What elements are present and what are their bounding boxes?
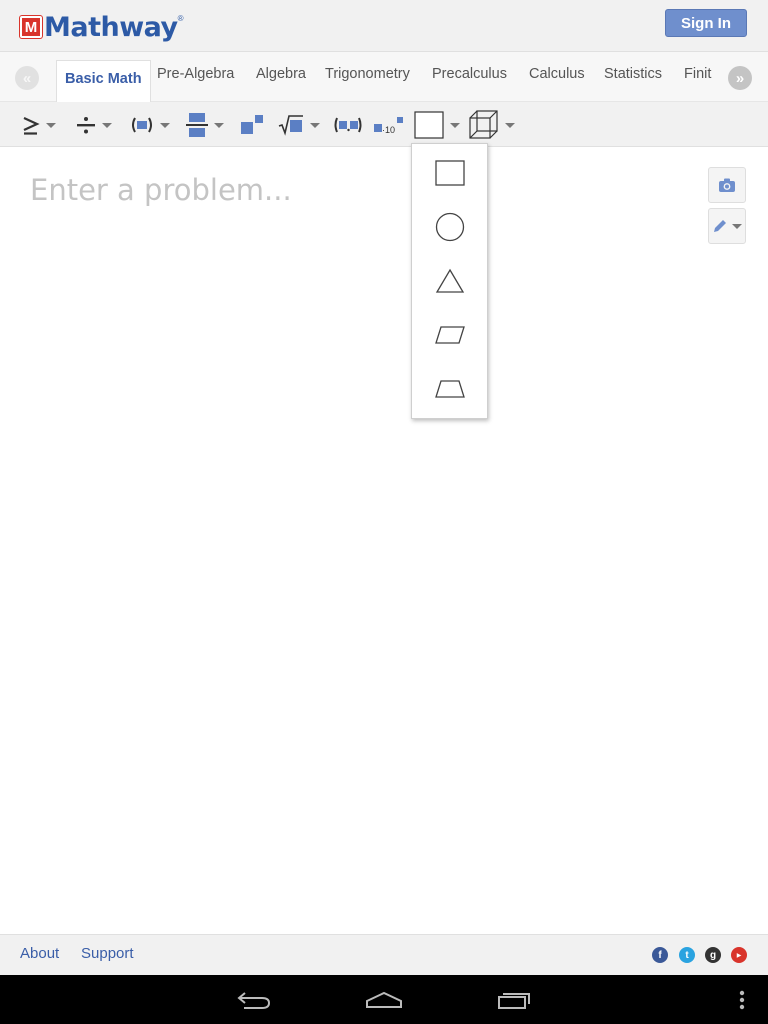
exponent-tool[interactable] (240, 108, 264, 142)
shape-2d-tool[interactable] (414, 108, 460, 142)
divide-tool[interactable] (76, 108, 112, 142)
chevron-down-icon (46, 122, 56, 128)
triangle-icon (435, 268, 464, 293)
recent-apps-button[interactable] (494, 987, 534, 1013)
chevron-down-icon (160, 122, 170, 128)
problem-input[interactable] (30, 172, 390, 208)
tab-precalculus[interactable]: Precalculus (432, 66, 507, 82)
shape-circle-option[interactable] (412, 200, 487, 254)
square-root-icon (278, 115, 303, 136)
divide-icon (77, 117, 95, 134)
shape-trapezoid-option[interactable] (412, 362, 487, 416)
tab-basic-math[interactable]: Basic Math (56, 60, 151, 102)
inequality-tool[interactable] (22, 108, 56, 142)
tabs-scroll-right-icon[interactable]: » (728, 66, 752, 90)
camera-button[interactable] (708, 167, 746, 203)
logo-trademark: ® (177, 14, 184, 23)
tab-statistics[interactable]: Statistics (604, 66, 662, 82)
square-icon (434, 160, 465, 186)
ordered-pair-tool[interactable] (333, 108, 363, 142)
subject-tabs: « Basic Math Pre-Algebra Algebra Trigono… (0, 52, 768, 102)
chevron-down-icon (310, 122, 320, 128)
chevron-down-icon (450, 122, 460, 128)
parentheses-tool[interactable] (130, 108, 170, 142)
scientific-notation-icon: ·10 (374, 117, 403, 135)
inequality-icon (23, 117, 40, 135)
overflow-menu-button[interactable] (734, 987, 750, 1013)
home-icon (366, 991, 402, 1008)
support-link[interactable]: Support (81, 945, 134, 962)
shape-dropdown-menu (411, 143, 488, 419)
draw-button[interactable] (708, 208, 746, 244)
math-toolbar: ·10 (0, 102, 768, 147)
overflow-menu-icon (739, 990, 745, 1010)
chevron-down-icon (102, 122, 112, 128)
about-link[interactable]: About (20, 945, 59, 962)
ordered-pair-icon (334, 117, 362, 133)
app-header: M Mathway ® Sign In (0, 0, 768, 52)
trapezoid-icon (434, 380, 465, 398)
tabs-scroll-left-icon[interactable]: « (15, 66, 39, 90)
svg-text:·10: ·10 (382, 125, 395, 135)
scientific-notation-tool[interactable]: ·10 (374, 108, 404, 142)
back-button[interactable] (234, 987, 274, 1013)
tab-calculus[interactable]: Calculus (529, 66, 585, 82)
shape-3d-icon (469, 110, 498, 139)
mathway-logo[interactable]: M Mathway ® (20, 11, 184, 43)
chevron-down-icon (214, 122, 224, 128)
twitter-icon[interactable]: t (679, 947, 695, 963)
home-button[interactable] (364, 987, 404, 1013)
youtube-icon[interactable]: ▶ (731, 947, 747, 963)
square-root-tool[interactable] (278, 108, 320, 142)
chevron-down-icon (505, 122, 515, 128)
page-footer: About Support f t g ▶ (0, 934, 768, 975)
fraction-icon (186, 113, 208, 137)
exponent-icon (241, 115, 263, 134)
camera-icon (719, 178, 735, 192)
logo-text: Mathway (44, 11, 178, 43)
circle-icon (435, 212, 464, 242)
shape-parallelogram-option[interactable] (412, 308, 487, 362)
android-nav-bar (0, 975, 768, 1024)
shape-2d-icon (414, 111, 444, 139)
recent-apps-icon (498, 993, 530, 1009)
fraction-tool[interactable] (186, 108, 224, 142)
google-plus-icon[interactable]: g (705, 947, 721, 963)
pencil-icon (714, 220, 726, 232)
shape-3d-tool[interactable] (469, 108, 515, 142)
back-arrow-icon (237, 992, 271, 1009)
tab-finite-math[interactable]: Finit (684, 66, 720, 82)
parentheses-icon (132, 117, 152, 133)
logo-mark: M (20, 16, 42, 38)
shape-square-option[interactable] (412, 146, 487, 200)
tab-trigonometry[interactable]: Trigonometry (325, 66, 410, 82)
sign-in-button[interactable]: Sign In (665, 9, 747, 37)
parallelogram-icon (434, 326, 465, 344)
facebook-icon[interactable]: f (652, 947, 668, 963)
tab-algebra[interactable]: Algebra (256, 66, 306, 82)
tab-pre-algebra[interactable]: Pre-Algebra (157, 66, 234, 82)
chevron-down-icon (732, 223, 742, 229)
shape-triangle-option[interactable] (412, 254, 487, 308)
